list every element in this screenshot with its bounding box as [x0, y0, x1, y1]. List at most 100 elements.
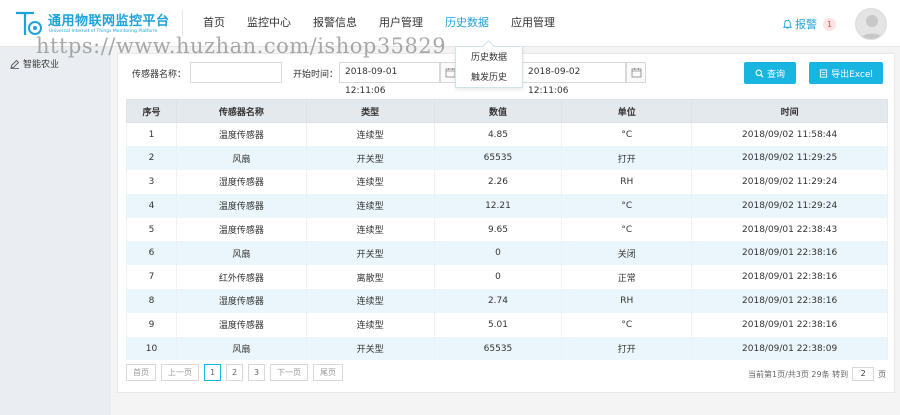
- cell-time: 2018/09/01 22:38:16: [691, 241, 888, 266]
- cell-sensor-name: 湿度传感器: [175, 289, 307, 313]
- table-row[interactable]: 7 红外传感器 离散型 0 正常 2018/09/01 22:38:16: [126, 265, 888, 290]
- cell-type: 开关型: [305, 336, 435, 361]
- cell-sensor-name: 湿度传感器: [175, 170, 307, 194]
- cell-index: 4: [126, 193, 177, 218]
- table-row[interactable]: 5 温度传感器 连续型 9.65 °C 2018/09/01 22:38:43: [126, 217, 888, 242]
- col-header-index: 序号: [126, 99, 177, 123]
- cell-time: 2018/09/01 22:38:16: [691, 265, 888, 290]
- end-calendar-button[interactable]: [626, 62, 646, 83]
- page-3-button[interactable]: 3: [248, 364, 265, 381]
- cell-type: 开关型: [305, 146, 435, 171]
- table-row[interactable]: 1 温度传感器 连续型 4.85 °C 2018/09/02 11:58:44: [126, 122, 888, 147]
- dropdown-item-history-data[interactable]: 历史数据: [456, 48, 522, 68]
- user-avatar[interactable]: [855, 8, 887, 40]
- table-row[interactable]: 4 温度传感器 连续型 12.21 °C 2018/09/02 11:29:24: [126, 193, 888, 218]
- cell-unit: °C: [561, 193, 693, 218]
- next-page-button[interactable]: 下一页: [270, 364, 308, 381]
- col-header-sensor-name: 传感器名称: [175, 99, 307, 123]
- export-button-label: 导出Excel: [831, 69, 873, 80]
- cell-unit: °C: [561, 217, 693, 242]
- pagination-info-text: 当前第1页/共3页 29条 转到: [748, 369, 849, 379]
- page-2-button[interactable]: 2: [226, 364, 243, 381]
- cell-value: 65535: [433, 336, 563, 361]
- main-nav: 首页 监控中心 报警信息 用户管理 历史数据 应用管理: [192, 0, 566, 47]
- cell-sensor-name: 温度传感器: [175, 122, 307, 147]
- cell-value: 5.01: [433, 312, 563, 337]
- edit-icon: [10, 59, 20, 69]
- cell-time: 2018/09/01 22:38:16: [691, 312, 888, 337]
- cell-index: 8: [126, 289, 177, 313]
- cell-value: 65535: [433, 146, 563, 171]
- search-icon: [755, 69, 764, 78]
- alarm-label: 报警: [795, 18, 817, 31]
- first-page-button[interactable]: 首页: [126, 364, 156, 381]
- cell-value: 0: [433, 265, 563, 290]
- top-header: 通用物联网监控平台 Universal Internet of Things M…: [0, 0, 900, 47]
- cell-sensor-name: 温度传感器: [175, 312, 307, 337]
- cell-unit: °C: [561, 312, 693, 337]
- cell-value: 0: [433, 241, 563, 266]
- page-1-button[interactable]: 1: [204, 364, 221, 381]
- header-divider: [182, 10, 183, 36]
- query-button[interactable]: 查询: [744, 62, 796, 84]
- cell-unit: 打开: [561, 336, 693, 361]
- cell-type: 连续型: [305, 122, 435, 147]
- cell-type: 连续型: [305, 289, 435, 313]
- history-dropdown-menu: 历史数据 触发历史: [455, 46, 523, 88]
- cell-index: 7: [126, 265, 177, 290]
- nav-app-mgmt[interactable]: 应用管理: [500, 0, 566, 47]
- nav-user-mgmt[interactable]: 用户管理: [368, 0, 434, 47]
- platform-logo-icon: [16, 11, 42, 35]
- calendar-icon: [631, 68, 641, 78]
- sensor-name-input[interactable]: [190, 62, 282, 83]
- history-data-table: 序号 传感器名称 类型 数值 单位 时间 1 温度传感器 连续型 4.85 °C 2018…: [126, 99, 888, 361]
- pagination-info: 当前第1页/共3页 29条 转到 2 页: [748, 367, 886, 381]
- cell-index: 1: [126, 122, 177, 147]
- cell-unit: °C: [561, 122, 693, 147]
- dropdown-item-trigger-history[interactable]: 触发历史: [456, 68, 522, 88]
- cell-index: 3: [126, 170, 177, 194]
- cell-value: 4.85: [433, 122, 563, 147]
- col-header-type: 类型: [305, 99, 435, 123]
- table-row[interactable]: 10 风扇 开关型 65535 打开 2018/09/01 22:38:09: [126, 336, 888, 361]
- cell-index: 10: [126, 336, 177, 361]
- cell-unit: RH: [561, 289, 693, 313]
- nav-home[interactable]: 首页: [192, 0, 236, 47]
- left-sidebar: 智能农业: [0, 47, 111, 415]
- last-page-button[interactable]: 尾页: [313, 364, 343, 381]
- end-time-input[interactable]: 2018-09-02 12:11:06: [522, 62, 626, 96]
- platform-subtitle: Universal Internet of Things Monitoring …: [49, 29, 158, 34]
- table-row[interactable]: 6 风扇 开关型 0 关闭 2018/09/01 22:38:16: [126, 241, 888, 266]
- nav-history[interactable]: 历史数据: [434, 0, 500, 47]
- prev-page-button[interactable]: 上一页: [161, 364, 199, 381]
- table-row[interactable]: 8 湿度传感器 连续型 2.74 RH 2018/09/01 22:38:16: [126, 289, 888, 313]
- export-file-icon: [819, 68, 828, 78]
- cell-value: 9.65: [433, 217, 563, 242]
- cell-type: 连续型: [305, 170, 435, 194]
- nav-alarm-info[interactable]: 报警信息: [302, 0, 368, 47]
- export-excel-button[interactable]: 导出Excel: [809, 62, 883, 84]
- start-time-input[interactable]: 2018-09-01 12:11:06: [339, 62, 440, 96]
- cell-sensor-name: 风扇: [175, 241, 307, 266]
- table-body: 1 温度传感器 连续型 4.85 °C 2018/09/02 11:58:44 2 风扇 开关型…: [126, 122, 888, 361]
- table-row[interactable]: 9 温度传感器 连续型 5.01 °C 2018/09/01 22:38:16: [126, 312, 888, 337]
- cell-value: 2.26: [433, 170, 563, 194]
- cell-index: 9: [126, 312, 177, 337]
- table-header-row: 序号 传感器名称 类型 数值 单位 时间: [126, 99, 888, 123]
- sidebar-item-label: 智能农业: [23, 60, 60, 70]
- table-row[interactable]: 3 湿度传感器 连续型 2.26 RH 2018/09/02 11:29:24: [126, 170, 888, 194]
- platform-title: 通用物联网监控平台: [48, 14, 170, 29]
- sidebar-item-smart-agriculture[interactable]: 智能农业: [10, 57, 59, 70]
- cell-sensor-name: 红外传感器: [175, 265, 307, 290]
- alarm-count-badge: 1: [823, 17, 836, 31]
- nav-monitor[interactable]: 监控中心: [236, 0, 302, 47]
- cell-sensor-name: 风扇: [175, 336, 307, 361]
- alarm-button[interactable]: 报警 1: [782, 16, 836, 32]
- bell-icon: [782, 19, 793, 29]
- cell-unit: RH: [561, 170, 693, 194]
- main-panel: 传感器名称： 开始时间： 2018-09-01 12:11:06 2018-09…: [117, 53, 895, 393]
- cell-index: 6: [126, 241, 177, 266]
- pagination: 首页 上一页 1 2 3 下一页 尾页: [126, 364, 343, 381]
- table-row[interactable]: 2 风扇 开关型 65535 打开 2018/09/02 11:29:25: [126, 146, 888, 171]
- jump-page-input[interactable]: 2: [852, 367, 875, 381]
